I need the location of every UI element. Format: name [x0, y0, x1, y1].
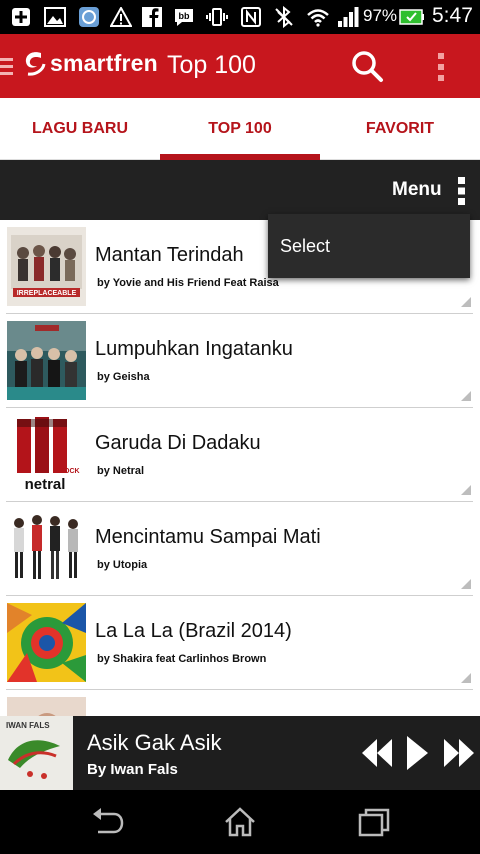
- bbm-icon: bb: [172, 6, 196, 28]
- corner-indicator-icon: [461, 673, 471, 683]
- cover-text: IWAN FALS: [6, 721, 50, 730]
- vibrate-icon: [204, 6, 230, 28]
- status-bar: bb 97% 5:47: [0, 0, 480, 34]
- song-list: IRREPLACEABLE Mantan Terindah by Yovie a…: [0, 220, 480, 716]
- list-item[interactable]: Lumpuhkan Ingatanku by Geisha: [6, 314, 473, 408]
- svg-text:bb: bb: [179, 11, 190, 21]
- list-item[interactable]: La La La (Brazil 2014) by Shakira feat C…: [6, 596, 473, 690]
- song-title: Mantan Terindah: [95, 244, 244, 266]
- album-cover: [7, 509, 86, 588]
- svg-text:ROCK: ROCK: [59, 468, 80, 475]
- dropdown-item-select[interactable]: Select: [280, 236, 330, 257]
- menu-bar: Menu: [0, 160, 480, 220]
- album-cover: IRREPLACEABLE: [7, 227, 86, 306]
- corner-indicator-icon: [461, 579, 471, 589]
- now-playing-bar[interactable]: IWAN FALS Asik Gak Asik By Iwan Fals: [0, 716, 480, 790]
- list-item[interactable]: ROCK netral Garuda Di Dadaku by Netral: [6, 408, 473, 502]
- song-artist: by Geisha: [97, 371, 150, 383]
- menu-button[interactable]: Menu: [392, 179, 442, 201]
- corner-indicator-icon: [461, 485, 471, 495]
- song-artist: by Netral: [97, 465, 145, 477]
- previous-icon[interactable]: [360, 734, 394, 772]
- home-icon[interactable]: [222, 806, 258, 838]
- tab-favorit[interactable]: FAVORIT: [320, 98, 480, 160]
- image-icon: [43, 6, 67, 28]
- facebook-icon: [141, 6, 163, 28]
- search-icon[interactable]: [350, 49, 384, 83]
- song-artist: by Yovie and His Friend Feat Raisa: [97, 277, 279, 289]
- list-item[interactable]: Mencintamu Sampai Mati by Utopia: [6, 502, 473, 596]
- song-title: La La La (Brazil 2014): [95, 620, 292, 642]
- song-title: Garuda Di Dadaku: [95, 432, 261, 454]
- signal-icon: [336, 6, 360, 28]
- album-cover: ROCK netral: [7, 415, 86, 494]
- page-title: Top 100: [167, 51, 256, 79]
- cover-text: netral: [25, 476, 66, 493]
- battery-percent: 97%: [363, 6, 398, 25]
- next-icon[interactable]: [442, 734, 476, 772]
- brand-logo[interactable]: smartfren: [22, 48, 158, 78]
- now-playing-title: Asik Gak Asik: [87, 730, 222, 755]
- system-nav-bar: [0, 790, 480, 854]
- tab-lagu-baru[interactable]: LAGU BARU: [0, 98, 160, 160]
- back-icon[interactable]: [90, 806, 126, 838]
- wifi-icon: [305, 6, 331, 28]
- clock: 5:47: [432, 4, 473, 27]
- song-artist: by Shakira feat Carlinhos Brown: [97, 653, 267, 665]
- battery-icon: [399, 6, 425, 28]
- album-cover: [7, 321, 86, 400]
- overflow-menu-icon[interactable]: [433, 50, 449, 84]
- smartfren-logo-icon: [25, 52, 46, 76]
- album-cover: [7, 697, 86, 716]
- drawer-icon[interactable]: [0, 56, 14, 80]
- play-icon[interactable]: [404, 734, 430, 772]
- tab-bar: LAGU BARU TOP 100 FAVORIT: [0, 98, 480, 160]
- brand-name: smartfren: [50, 49, 158, 76]
- now-playing-artist: By Iwan Fals: [87, 761, 178, 778]
- album-cover: [7, 603, 86, 682]
- recents-icon[interactable]: [356, 806, 392, 838]
- song-title: Mencintamu Sampai Mati: [95, 526, 321, 548]
- add-icon: [10, 6, 32, 28]
- warning-icon: [109, 6, 133, 28]
- app-bar: smartfren Top 100: [0, 34, 480, 98]
- cover-text: IRREPLACEABLE: [17, 290, 77, 297]
- dropdown-menu: Select: [268, 214, 470, 278]
- now-playing-cover: IWAN FALS: [0, 716, 73, 790]
- corner-indicator-icon: [461, 297, 471, 307]
- tab-top-100[interactable]: TOP 100: [160, 98, 320, 160]
- corner-indicator-icon: [461, 391, 471, 401]
- nfc-icon: [240, 6, 262, 28]
- song-artist: by Utopia: [97, 559, 148, 571]
- bluetooth-icon: [272, 6, 296, 28]
- menu-dots-icon[interactable]: [454, 177, 468, 205]
- song-title: Lumpuhkan Ingatanku: [95, 338, 293, 360]
- list-item-partial[interactable]: [6, 690, 473, 716]
- app-icon: [77, 6, 101, 28]
